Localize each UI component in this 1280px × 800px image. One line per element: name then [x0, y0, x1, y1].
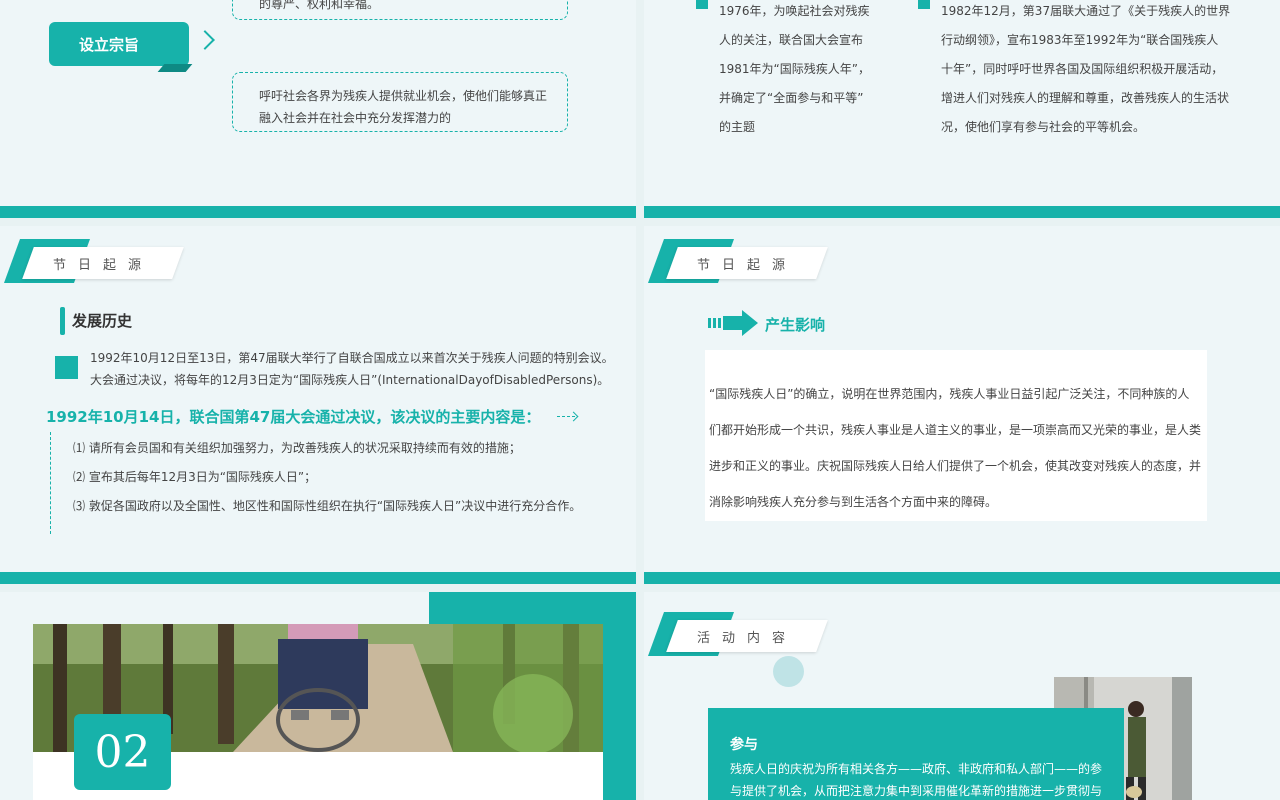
history-column-2-line: 行动纲领》，宣布1983年至1992年为“联合国残疾人 — [941, 33, 1219, 47]
slide-purpose: 的尊严、权利和幸福。 设立宗旨 呼吁社会各界为残疾人提供就业机会，使他们能够真正… — [0, 0, 636, 218]
impact-card: “国际残疾人日”的确立，说明在世界范围内，残疾人事业日益引起广泛关注，不同种族的… — [705, 350, 1207, 521]
slide-origin-history: 节日起源 发展历史 1992年10月12日至13日，第47届联大举行了自联合国成… — [0, 226, 636, 584]
purpose-box-top: 的尊严、权利和幸福。 — [232, 0, 568, 20]
chevron-right-icon — [195, 30, 215, 50]
history-paragraph-line: 大会通过决议，将每年的12月3日定为“国际残疾人日”(International… — [90, 373, 610, 387]
dashed-timeline — [50, 432, 51, 534]
slide-footer-bar — [0, 572, 636, 584]
history-column-1-line: 并确定了“全面参与和平等” — [719, 91, 864, 105]
section-header-tab: 节日起源 — [3, 239, 184, 283]
purpose-box-bottom-text: 呼吁社会各界为残疾人提供就业机会，使他们能够真正融入社会并在社会中充分发挥潜力的 — [259, 89, 548, 125]
slide-footer-bar — [644, 572, 1280, 584]
activity-line: 残疾人日的庆祝为所有相关各方——政府、非政府和私人部门——的参 — [730, 762, 1103, 776]
history-paragraph: 1992年10月12日至13日，第47届联大举行了自联合国成立以来首次关于残疾人… — [90, 347, 630, 391]
section-header-label: 活动内容 — [696, 630, 797, 646]
history-column-1: 1976年，为唤起社会对残疾 人的关注，联合国大会宣布 1981年为“国际残疾人… — [719, 0, 870, 142]
title-accent-bar — [60, 307, 65, 335]
section-title: 发展历史 — [72, 312, 133, 330]
history-column-2-line: 增进人们对残疾人的理解和尊重，改善残疾人的生活状 — [941, 91, 1230, 105]
activity-line: 与提供了机会，从而把注意力集中到采用催化革新的措施进一步贯彻与 — [730, 784, 1103, 798]
dashed-arrow-icon — [557, 416, 575, 417]
decorative-circle — [773, 656, 804, 687]
purpose-box-bottom: 呼吁社会各界为残疾人提供就业机会，使他们能够真正融入社会并在社会中充分发挥潜力的 — [232, 72, 568, 132]
history-column-2: 1982年12月，第37届联大通过了《关于残疾人的世界 行动纲领》，宣布1983… — [941, 0, 1230, 142]
history-column-2-line: 十年”，同时呼吁世界各国及国际组织积极开展活动， — [941, 62, 1224, 76]
slide-activities: 活动内容 参与 残疾人日的庆祝为所有相关各方——政府、非政府和私人部门——的参 … — [644, 592, 1280, 800]
list-item: ⑴ 请所有会员国和有关组织加强努力，为改善残疾人的状况采取持续而有效的措施； — [73, 441, 521, 455]
impact-card-line: 进步和正义的事业。庆祝国际残疾人日给人们提供了一个机会，使其改变对残疾人的态度，… — [709, 459, 1202, 473]
purpose-tag-label: 设立宗旨 — [79, 35, 140, 54]
impact-card-line: 消除影响残疾人充分参与到生活各个方面中来的障碍。 — [709, 495, 998, 509]
history-column-1-line: 1981年为“国际残疾人年”， — [719, 62, 870, 76]
resolution-list: ⑴ 请所有会员国和有关组织加强努力，为改善残疾人的状况采取持续而有效的措施； ⑵… — [73, 434, 581, 521]
slide-footer-bar — [0, 206, 636, 218]
activity-box: 参与 残疾人日的庆祝为所有相关各方——政府、非政府和私人部门——的参 与提供了机… — [708, 708, 1124, 800]
section-header-label: 节日起源 — [696, 257, 797, 273]
slide-section-02: 02 — [0, 592, 636, 800]
section-number: 02 — [74, 714, 171, 790]
list-item: ⑵ 宣布其后每年12月3日为“国际残疾人日”； — [73, 470, 317, 484]
impact-card-line: “国际残疾人日”的确立，说明在世界范围内，残疾人事业日益引起广泛关注，不同种族的… — [709, 387, 1190, 401]
slide-history-columns: 1976年，为唤起社会对残疾 人的关注，联合国大会宣布 1981年为“国际残疾人… — [644, 0, 1280, 218]
history-column-1-line: 人的关注，联合国大会宣布 — [719, 33, 864, 47]
purpose-tag: 设立宗旨 — [49, 22, 189, 66]
slide-footer-bar — [644, 206, 1280, 218]
list-item: ⑶ 敦促各国政府以及全国性、地区性和国际性组织在执行“国际残疾人日”决议中进行充… — [73, 499, 582, 513]
resolution-headline: 1992年10月14日，联合国第47届大会通过决议，该决议的主要内容是： — [46, 408, 541, 426]
impact-card-line: 们都开始形成一个共识，残疾人事业是人道主义的事业，是一项崇高而又光荣的事业，是人… — [709, 423, 1202, 437]
history-column-1-line: 1976年，为唤起社会对残疾 — [719, 4, 870, 18]
history-column-1-line: 的主题 — [719, 120, 756, 134]
section-title: 产生影响 — [765, 316, 826, 334]
purpose-box-top-text: 的尊严、权利和幸福。 — [259, 0, 380, 11]
section-header-tab: 节日起源 — [647, 239, 828, 283]
slide-origin-impact: 节日起源 产生影响 “国际残疾人日”的确立，说明在世界范围内，残疾人事业日益引起… — [644, 226, 1280, 584]
history-column-2-line: 1982年12月，第37届联大通过了《关于残疾人的世界 — [941, 4, 1231, 18]
column-marker — [918, 0, 930, 9]
column-marker — [696, 0, 708, 9]
section-header-label: 节日起源 — [52, 257, 153, 273]
activity-title: 参与 — [730, 737, 758, 753]
section-header-tab: 活动内容 — [647, 612, 828, 656]
history-column-2-line: 况，使他们享有参与社会的平等机会。 — [941, 120, 1146, 134]
arrow-right-icon — [708, 310, 758, 336]
history-paragraph-line: 1992年10月12日至13日，第47届联大举行了自联合国成立以来首次关于残疾人… — [90, 351, 614, 365]
square-bullet-icon — [55, 356, 78, 379]
